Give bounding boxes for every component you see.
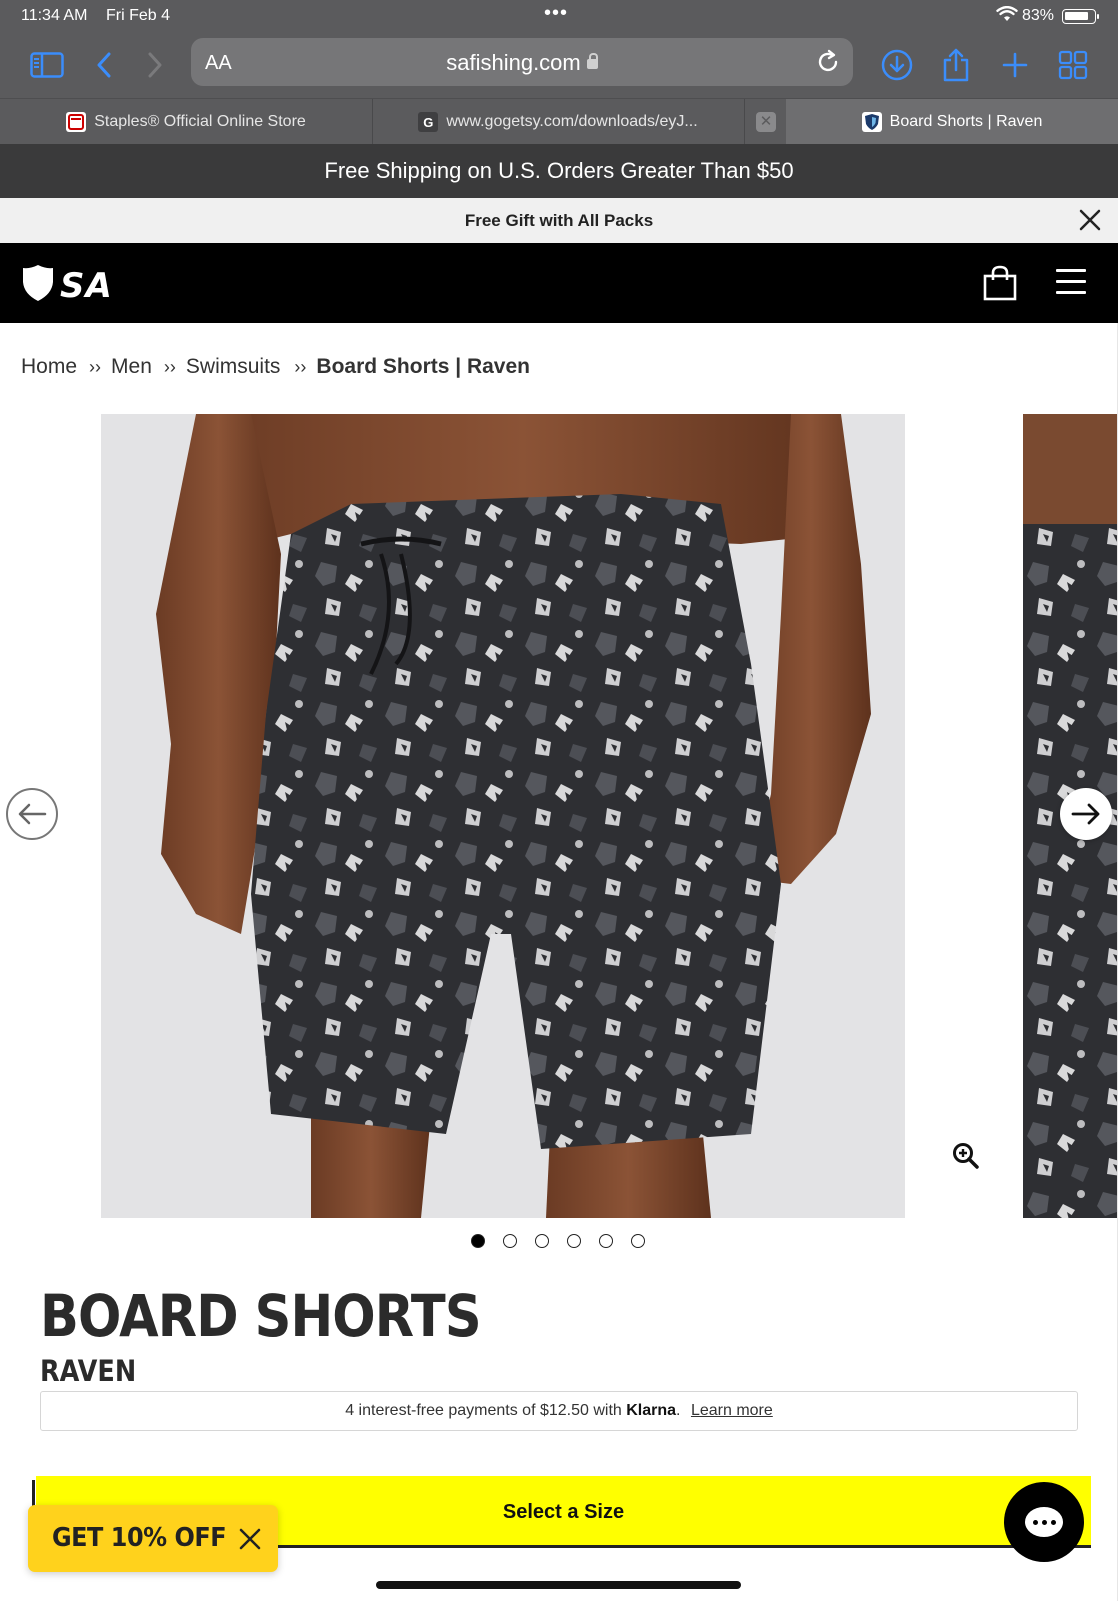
klarna-learn-more-link[interactable]: Learn more [691, 1402, 773, 1419]
multitasking-dots-icon[interactable]: ••• [544, 2, 568, 25]
close-promo-icon[interactable] [238, 1527, 262, 1551]
status-date: Fri Feb 4 [106, 7, 171, 24]
browser-toolbar: AA safishing.com [0, 32, 1118, 98]
carousel-dot[interactable] [599, 1234, 613, 1248]
shield-icon [23, 265, 53, 301]
site-logo[interactable]: SA [22, 263, 113, 306]
site-header: SA [0, 243, 1118, 323]
product-title: BOARD SHORTS [40, 1282, 482, 1350]
tab-board-shorts[interactable]: Board Shorts | Raven [786, 99, 1118, 145]
tab-overview-icon[interactable] [1053, 45, 1093, 85]
promo-label: GET 10% OFF [52, 1523, 227, 1553]
status-time: 11:34 AM [21, 7, 88, 24]
next-image-button[interactable] [1060, 788, 1112, 840]
gift-banner-text: Free Gift with All Packs [464, 211, 654, 230]
close-tab-icon[interactable]: ✕ [756, 112, 776, 132]
lock-icon [586, 53, 598, 69]
chat-button[interactable] [1004, 1482, 1084, 1562]
klarna-text: 4 interest-free payments of $12.50 with [345, 1402, 622, 1419]
double-chevron-icon: ›› [294, 356, 307, 377]
breadcrumb-men[interactable]: Men [111, 355, 152, 379]
tab-bar: Staples® Official Online Store G www.gog… [0, 98, 1118, 145]
arrow-left-icon [18, 803, 47, 825]
breadcrumb-current: Board Shorts | Raven [316, 355, 530, 378]
new-tab-icon[interactable] [995, 45, 1035, 85]
sidebar-icon[interactable] [27, 45, 67, 85]
reload-icon[interactable] [815, 49, 841, 75]
breadcrumb: Home ›› Men ›› Swimsuits ›› Board Shorts… [21, 355, 530, 379]
shopping-bag-icon[interactable] [983, 265, 1017, 301]
arrow-right-icon [1071, 803, 1100, 825]
address-bar[interactable]: AA safishing.com [191, 38, 853, 86]
breadcrumb-swimsuits[interactable]: Swimsuits [186, 355, 281, 379]
back-icon[interactable] [84, 45, 124, 85]
product-image[interactable] [101, 414, 905, 1218]
previous-image-button[interactable] [6, 788, 58, 840]
close-icon[interactable] [1079, 209, 1101, 231]
gogetsy-favicon: G [418, 112, 439, 132]
hamburger-menu-icon[interactable] [1056, 269, 1086, 295]
wifi-icon [996, 6, 1018, 21]
gift-banner: Free Gift with All Packs [0, 198, 1118, 243]
battery-percent: 83% [1022, 7, 1055, 24]
breadcrumb-home[interactable]: Home [21, 355, 77, 379]
url-text: safishing.com [446, 50, 581, 75]
tab-staples[interactable]: Staples® Official Online Store [0, 99, 372, 145]
shipping-banner: Free Shipping on U.S. Orders Greater Tha… [0, 144, 1118, 198]
tab-gogetsy[interactable]: G www.gogetsy.com/downloads/eyJ... [373, 99, 743, 145]
carousel-dot[interactable] [535, 1234, 549, 1248]
share-icon[interactable] [936, 45, 976, 85]
download-icon[interactable] [877, 45, 917, 85]
product-subtitle: RAVEN [40, 1354, 137, 1388]
klarna-banner: 4 interest-free payments of $12.50 with … [40, 1391, 1078, 1431]
carousel-dot[interactable] [503, 1234, 517, 1248]
chat-bubble-icon [1025, 1507, 1063, 1537]
carousel-dot[interactable] [631, 1234, 645, 1248]
home-indicator[interactable] [376, 1581, 741, 1589]
klarna-logo: Klarna [626, 1402, 677, 1419]
battery-icon [1062, 9, 1096, 24]
carousel-dot[interactable] [567, 1234, 581, 1248]
zoom-in-icon[interactable] [952, 1142, 980, 1170]
double-chevron-icon: ›› [163, 356, 176, 377]
discount-promo-button[interactable]: GET 10% OFF [28, 1505, 278, 1572]
staples-icon [66, 112, 87, 132]
product-gallery [0, 414, 1118, 1218]
page: 11:34 AM Fri Feb 4 ••• 83% AA safishing.… [0, 0, 1118, 1601]
carousel-dot[interactable] [471, 1234, 485, 1248]
sa-icon [861, 112, 882, 132]
double-chevron-icon: ›› [89, 356, 102, 377]
carousel-pagination [471, 1234, 645, 1248]
status-bar: 11:34 AM Fri Feb 4 ••• 83% [0, 0, 1118, 32]
forward-icon[interactable] [135, 45, 175, 85]
